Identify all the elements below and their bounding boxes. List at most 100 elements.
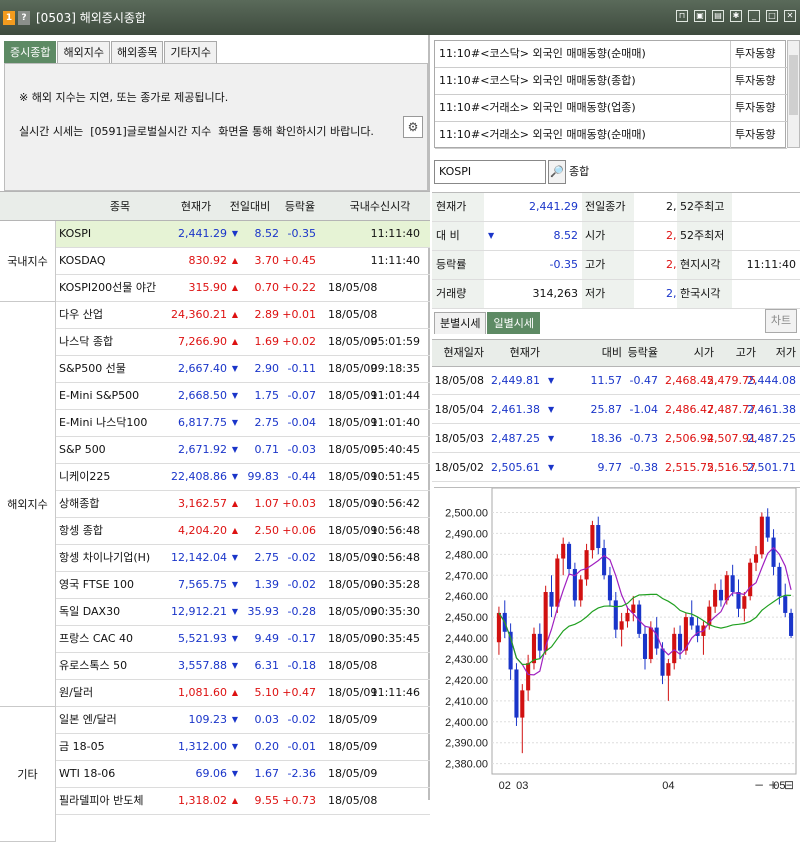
table-row[interactable]: 유로스톡스 50 3,557.88 ▼ 6.31 -0.18 18/05/08	[56, 653, 430, 680]
candle-body	[660, 648, 665, 676]
table-row[interactable]: 금 18-05 1,312.00 ▼ 0.20 -0.01 18/05/09	[56, 734, 430, 761]
close-button[interactable]: ✕	[784, 10, 796, 22]
symbol-input[interactable]: KOSPI	[434, 160, 546, 184]
save-icon[interactable]: ▣	[694, 10, 706, 22]
row-name: 상해종합	[59, 497, 100, 510]
table-row[interactable]: S&P 500 2,671.92 ▼ 0.71 -0.03 18/05/09 05:40:4…	[56, 437, 430, 464]
minimize-button[interactable]: _	[748, 10, 760, 22]
gear-icon[interactable]: ⚙	[403, 116, 423, 138]
row-name: 일본 엔/달러	[59, 713, 117, 726]
news-item[interactable]: 11:10 #<코스닥> 외국인 매매동향(종합) 투자동향	[435, 68, 787, 95]
symbol-label: 종합	[569, 165, 590, 178]
row-name: E-Mini 나스닥100	[59, 416, 148, 429]
row-price: 3,557.88	[178, 659, 227, 672]
table-row[interactable]: 원/달러 1,081.60 ▲ 5.10 +0.47 18/05/09 11:11:46	[56, 680, 430, 707]
daily-row[interactable]: 18/05/03 2,487.25 18.36 -0.73 2,506.94 2,507.…	[432, 425, 800, 453]
tab-market-summary[interactable]: 증시종합	[4, 41, 57, 63]
news-item[interactable]: 11:10 #<거래소> 외국인 매매동향(순매매) 투자동향	[435, 122, 787, 149]
table-row[interactable]: 다우 산업 24,360.21 ▲ 2.89 +0.01 18/05/08	[56, 302, 430, 329]
plot-area	[491, 487, 797, 775]
row-rate: -0.11	[287, 362, 316, 375]
zoom-out-icon[interactable]: −	[754, 778, 764, 792]
tab-overseas-index[interactable]: 해외지수	[57, 41, 110, 63]
tab-overseas-stocks[interactable]: 해외종목	[110, 41, 164, 63]
table-row[interactable]: 필라델피아 반도체 1,318.02 ▲ 9.55 +0.73 18/05/08	[56, 788, 430, 815]
daily-row[interactable]: 18/05/04 2,461.38 25.87 -1.04 2,486.47 2,487.…	[432, 396, 800, 424]
daily-col-header: 시가	[693, 346, 714, 359]
row-name: WTI 18-06	[59, 767, 116, 780]
row-price: 12,912.21	[171, 605, 227, 618]
row-name: 유로스톡스 50	[59, 659, 128, 672]
table-row[interactable]: 일본 엔/달러 109.23 ▼ 0.03 -0.02 18/05/09	[56, 707, 430, 734]
help-icon[interactable]: ?	[18, 10, 30, 25]
daily-rate: -0.38	[629, 461, 658, 474]
table-row[interactable]: 나스닥 종합 7,266.90 ▲ 1.69 +0.02 18/05/09 05:01:59	[56, 329, 430, 356]
candle-body	[765, 516, 770, 538]
row-change: 0.03	[254, 713, 280, 726]
table-row[interactable]: 상해종합 3,162.57 ▲ 1.07 +0.03 18/05/09 10:56:42	[56, 491, 430, 518]
news-item[interactable]: 11:10 #<거래소> 외국인 매매동향(업종) 투자동향	[435, 95, 787, 122]
table-row[interactable]: 항셍 종합 4,204.20 ▲ 2.50 +0.06 18/05/09 10:56:48	[56, 518, 430, 545]
table-row[interactable]: 독일 DAX30 12,912.21 ▼ 35.93 -0.28 18/05/09 00:3…	[56, 599, 430, 626]
candle-body	[578, 579, 583, 601]
tab-other-index[interactable]: 기타지수	[164, 41, 217, 63]
daily-col-header: 저가	[775, 346, 796, 359]
candle-body	[537, 633, 542, 651]
table-row[interactable]: KOSPI200선물 야간 315.90 ▲ 0.70 +0.22 18/05/08	[56, 275, 430, 302]
candle-body	[753, 554, 759, 563]
row-time: 10:56:48	[370, 551, 420, 564]
table-row[interactable]: S&P500 선물 2,667.40 ▼ 2.90 -0.11 18/05/09 09:18…	[56, 356, 430, 383]
daily-row[interactable]: 18/05/08 2,449.81 11.57 -0.47 2,468.45 2,479.…	[432, 367, 800, 395]
table-row[interactable]: 항셍 차이나기업(H) 12,142.04 ▼ 2.75 -0.02 18/05/09 10…	[56, 545, 430, 572]
row-change: 0.71	[254, 443, 280, 456]
window-number-icon[interactable]: 1	[3, 10, 15, 25]
search-icon[interactable]: 🔎	[548, 160, 566, 184]
table-row[interactable]: 영국 FTSE 100 7,565.75 ▼ 1.39 -0.02 18/05/09 00:…	[56, 572, 430, 599]
maximize-button[interactable]: □	[766, 10, 778, 22]
link-icon[interactable]: ⊓	[676, 10, 688, 22]
table-row[interactable]: 니케이225 22,408.86 ▼ 99.83 -0.44 18/05/09 10:51:…	[56, 464, 430, 491]
chart-svg[interactable]: 2,500.00 2,490.00 2,480.00 2,470.00 2,460.00…	[434, 487, 800, 801]
print-icon[interactable]: ▤	[712, 10, 724, 22]
table-row[interactable]: KOSDAQ 830.92 ▲ 3.70 +0.45 11:11:40	[56, 248, 430, 275]
daily-row[interactable]: 18/05/02 2,505.61 9.77 -0.38 2,515.75 2,516.5…	[432, 454, 800, 482]
row-price: 109.23	[188, 713, 228, 726]
table-row[interactable]: E-Mini S&P500 2,668.50 ▼ 1.75 -0.07 18/05/09 1…	[56, 383, 430, 410]
candle-chart[interactable]: 2,500.00 2,490.00 2,480.00 2,470.00 2,460.00…	[434, 487, 800, 800]
table-row[interactable]: WTI 18-06 69.06 ▼ 1.67 -2.36 18/05/09	[56, 761, 430, 788]
chart-menu-icon[interactable]: ⊟	[784, 778, 794, 792]
news-item[interactable]: 11:10 #<코스닥> 외국인 매매동향(순매매) 투자동향	[435, 41, 787, 68]
daily-col-header: 대비	[601, 346, 622, 359]
daily-chg: 9.77	[597, 461, 623, 474]
notice-box: ※ 해외 지수는 지연, 또는 종가로 제공됩니다. 실시간 시세는 [0591…	[4, 63, 428, 191]
group-label: 국내지수	[0, 221, 56, 302]
quote-label: 저가	[582, 280, 634, 308]
row-rate: +0.22	[282, 281, 316, 294]
row-time: 11:11:46	[370, 686, 420, 699]
chart-button[interactable]: 차트	[765, 309, 797, 333]
y-tick-label: 2,410.00	[445, 696, 488, 708]
table-row[interactable]: 프랑스 CAC 40 5,521.93 ▼ 9.49 -0.17 18/05/09 00:3…	[56, 626, 430, 653]
row-change: 1.75	[254, 389, 280, 402]
daily-chg: 18.36	[590, 432, 623, 445]
candle-body	[514, 669, 519, 718]
table-row[interactable]: E-Mini 나스닥100 6,817.75 ▼ 2.75 -0.04 18/05/09 1…	[56, 410, 430, 437]
news-list: 11:10 #<코스닥> 외국인 매매동향(순매매) 투자동향 11:10 #<코스닥>…	[434, 40, 787, 149]
row-rate: +0.47	[282, 686, 316, 699]
candle-body	[759, 516, 764, 555]
realtime-screen-link[interactable]: [0591]글로벌실시간 지수	[90, 125, 211, 138]
down-arrow-icon: ▼	[488, 231, 495, 240]
scroll-thumb[interactable]	[789, 55, 798, 115]
quote-row: 대 비▼8.52시가2,450.7152주최저	[432, 222, 800, 251]
news-scrollbar[interactable]	[787, 40, 800, 148]
table-row[interactable]: KOSPI 2,441.29 ▼ 8.52 -0.35 11:11:40	[56, 221, 430, 248]
settings-icon[interactable]: ✱	[730, 10, 742, 22]
zoom-in-icon[interactable]: +	[768, 778, 778, 792]
row-time: 05:01:59	[370, 335, 420, 348]
tab-daily-quotes[interactable]: 일별시세	[487, 312, 540, 334]
row-rate: -0.01	[287, 740, 316, 753]
y-tick-label: 2,430.00	[445, 654, 488, 666]
tab-minute-quotes[interactable]: 분별시세	[434, 312, 487, 334]
quote-value: 11:11:40	[746, 258, 796, 271]
news-title: #<거래소> 외국인 매매동향(업종)	[471, 101, 636, 114]
